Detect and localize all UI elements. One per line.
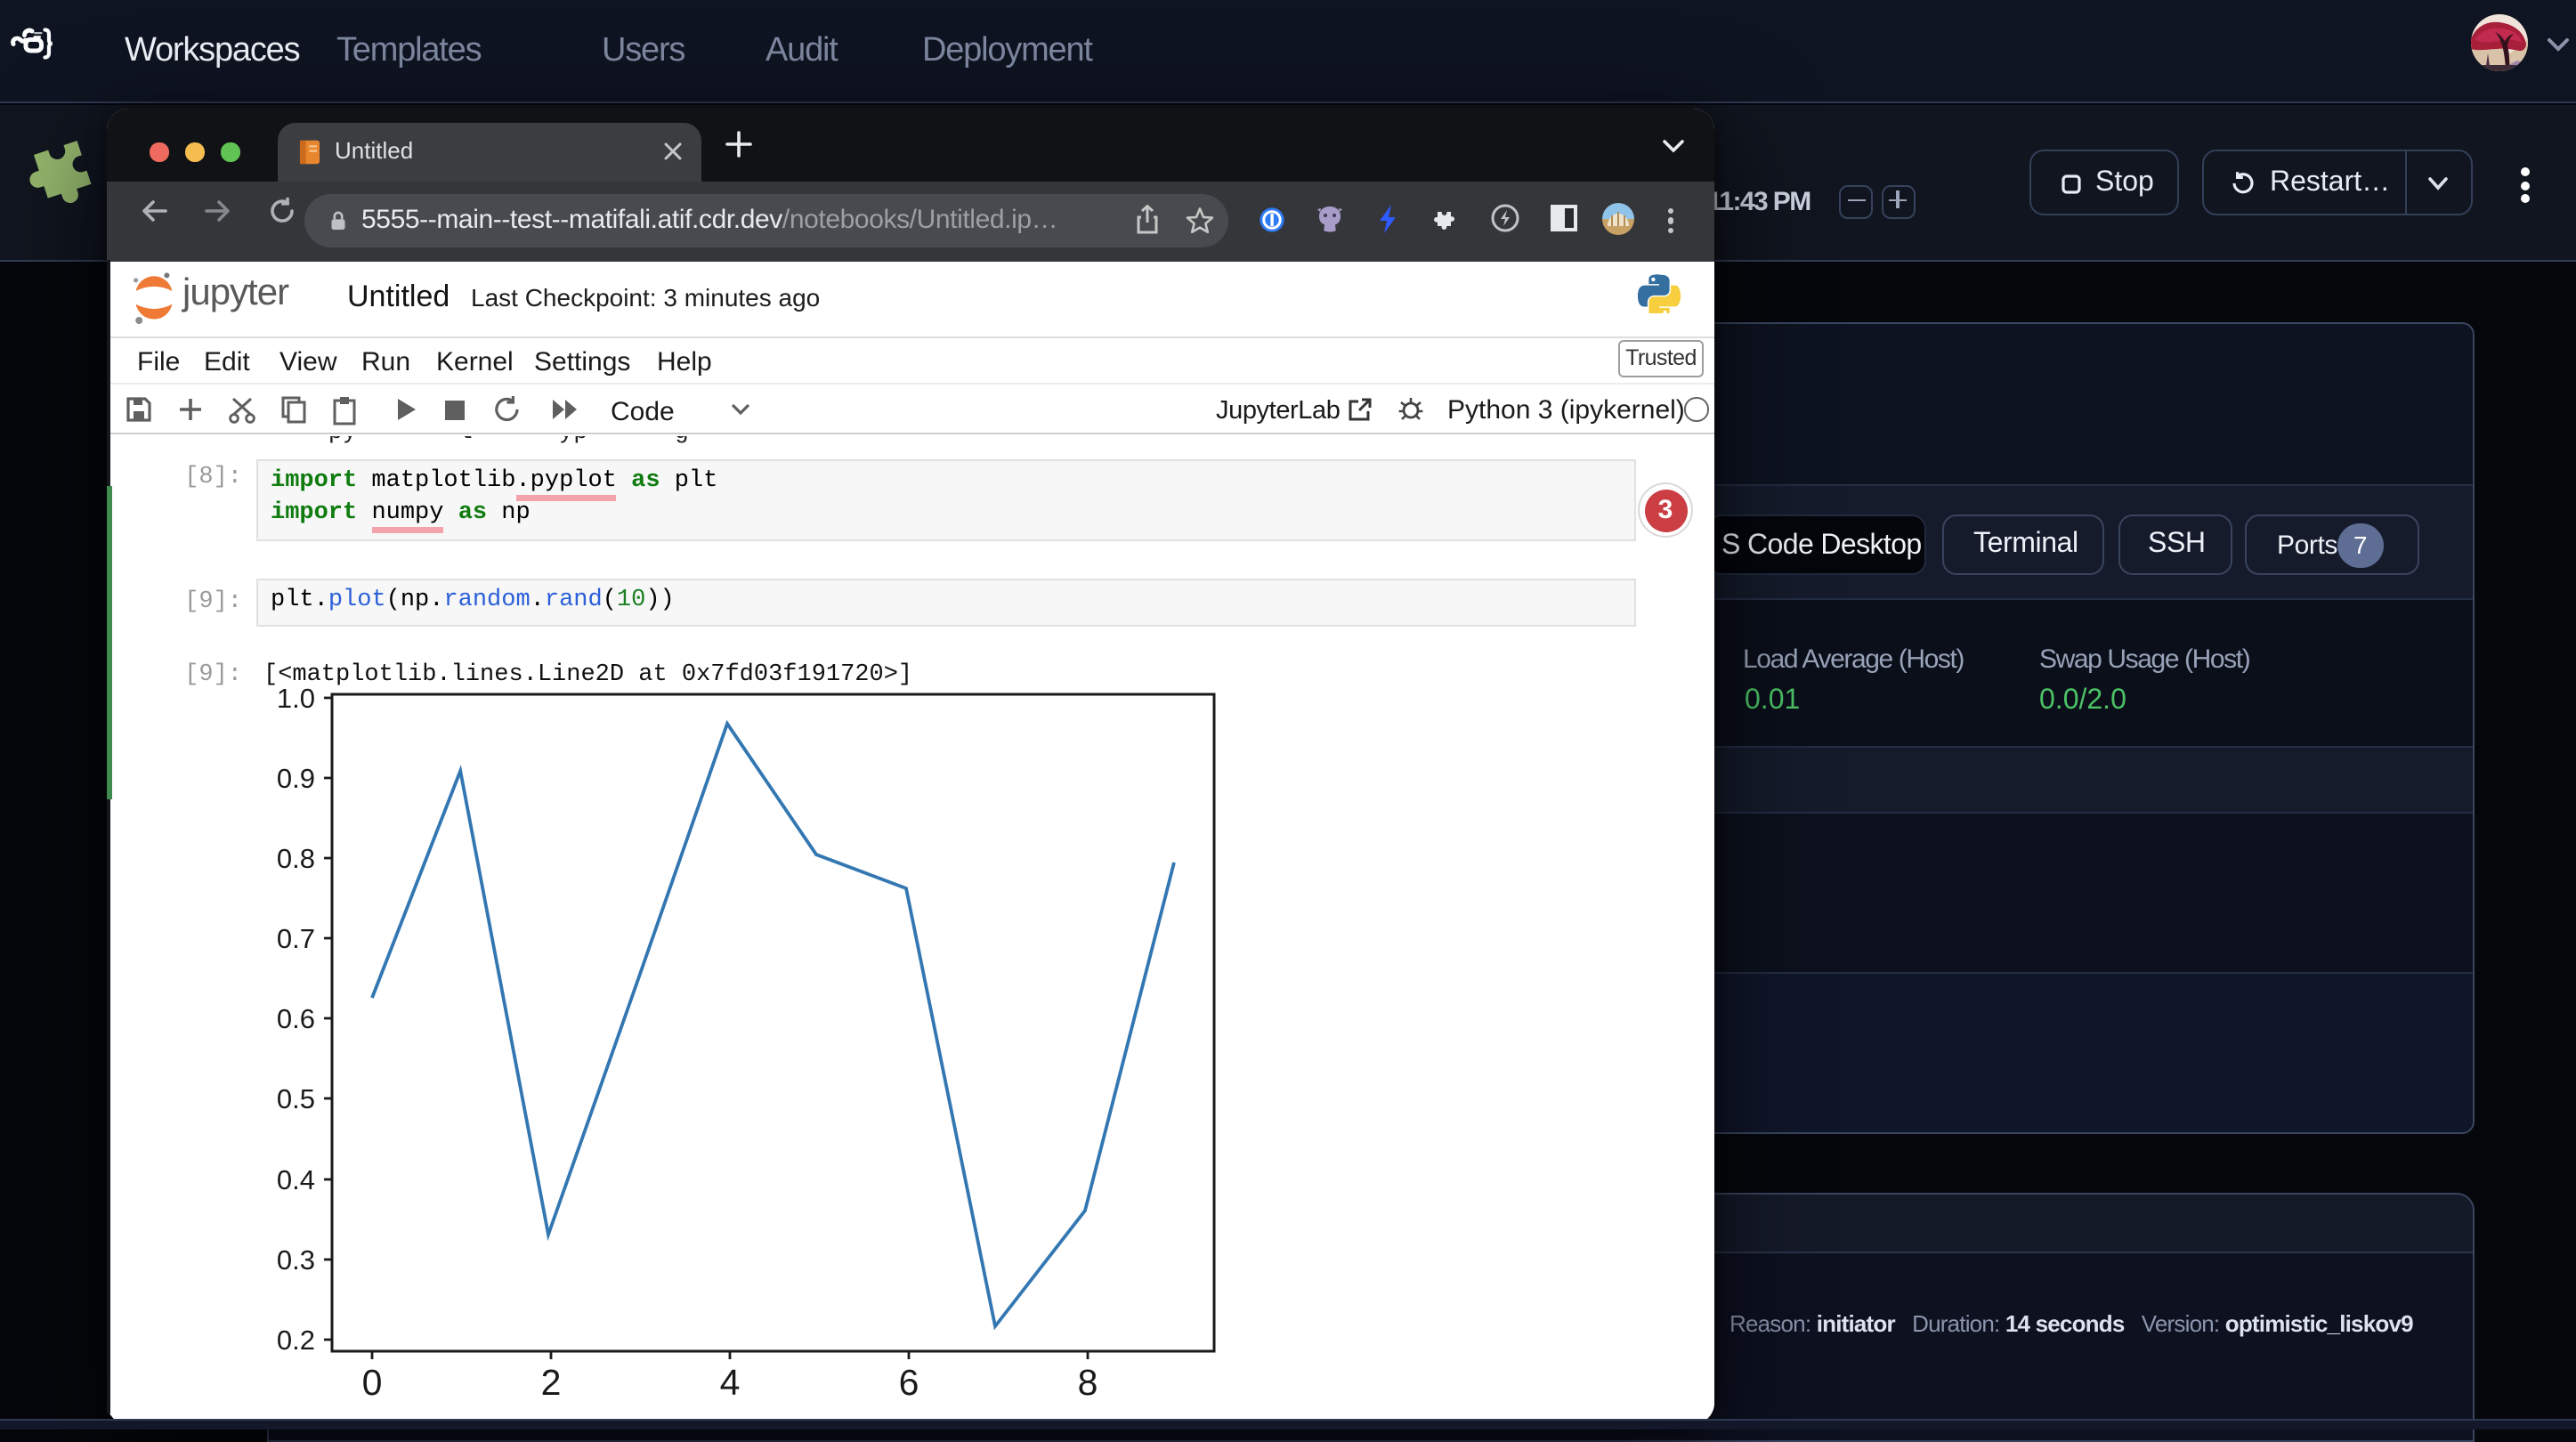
svg-text:0.7: 0.7 (277, 923, 315, 954)
svg-text:0: 0 (362, 1362, 383, 1403)
svg-text:0.2: 0.2 (277, 1325, 315, 1356)
svg-text:0.4: 0.4 (277, 1164, 315, 1195)
svg-text:2: 2 (541, 1362, 562, 1403)
svg-text:0.8: 0.8 (277, 843, 315, 874)
svg-text:0.9: 0.9 (277, 763, 315, 794)
svg-text:0.5: 0.5 (277, 1083, 315, 1114)
svg-text:0.3: 0.3 (277, 1244, 315, 1276)
svg-text:0.6: 0.6 (277, 1003, 315, 1034)
svg-text:1.0: 1.0 (277, 683, 315, 714)
svg-text:6: 6 (899, 1362, 919, 1403)
svg-text:4: 4 (720, 1362, 741, 1403)
svg-text:8: 8 (1078, 1362, 1098, 1403)
